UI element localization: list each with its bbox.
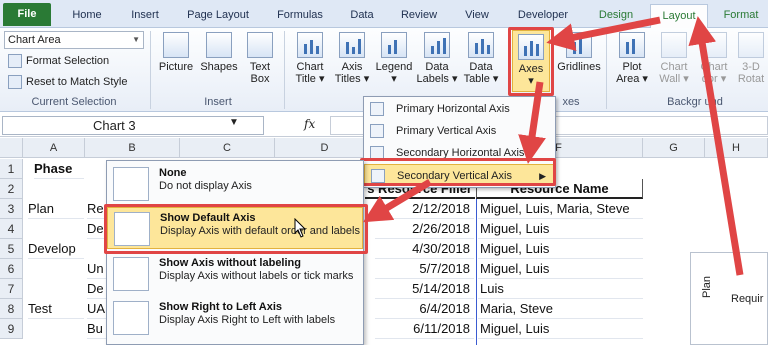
arrow-to-show-default-axis [362, 178, 432, 223]
arrow-to-axes-button [546, 16, 661, 51]
annotation-arrows [362, 16, 744, 276]
arrow-to-secondary-vertical-axis [518, 81, 546, 164]
arrow-to-layout-tab [688, 16, 744, 276]
